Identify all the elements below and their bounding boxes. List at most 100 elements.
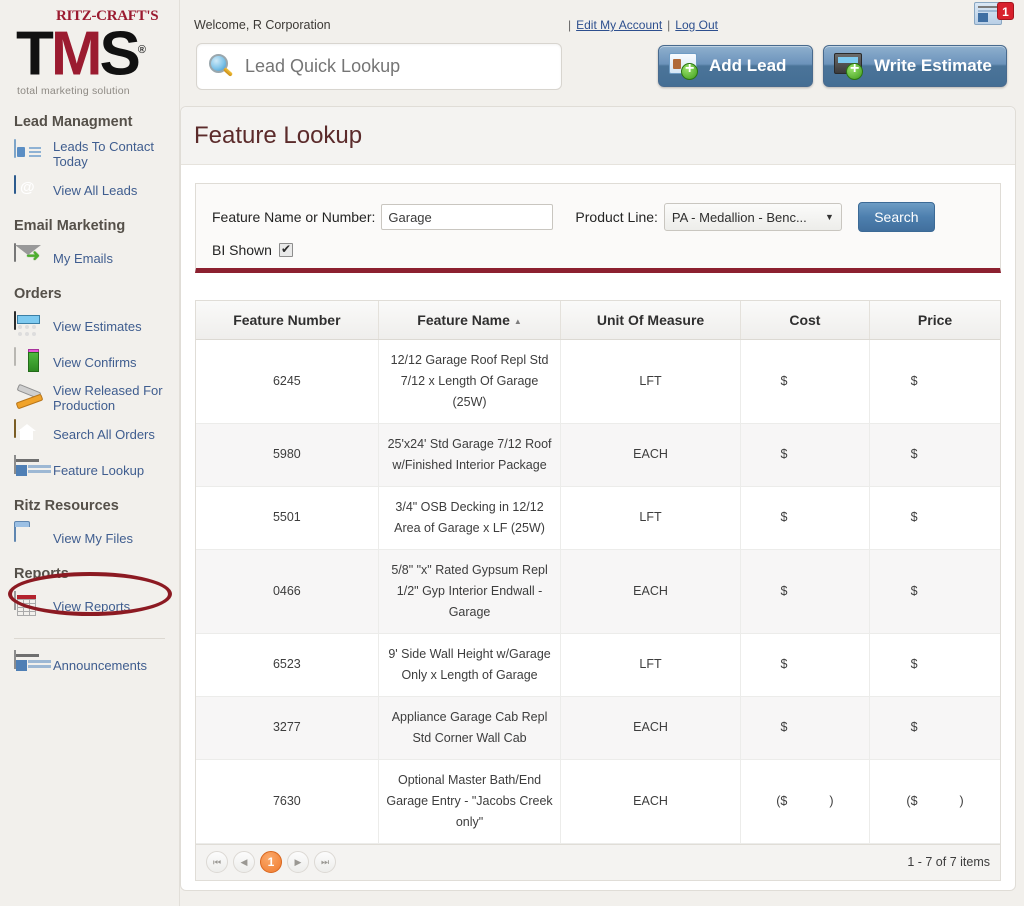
logo-letter-m: M (50, 19, 103, 89)
sidebar-item-announcements[interactable]: Announcements (0, 647, 179, 683)
account-links: | Edit My Account | Log Out (563, 18, 718, 32)
first-page-button[interactable]: ⏮ (206, 851, 228, 873)
sidebar-item-label: Search All Orders (53, 426, 155, 442)
last-page-button[interactable]: ⏭ (314, 851, 336, 873)
column-label: Feature Number (233, 311, 341, 328)
cell-feature-name: 25'x24' Std Garage 7/12 Roof w/Finished … (378, 423, 562, 487)
feature-name-input[interactable] (381, 204, 554, 230)
feature-name-label: Feature Name or Number: (212, 209, 376, 225)
sidebar-group-orders: Orders (14, 286, 62, 302)
column-header-feature-name[interactable]: Feature Name ▲ (378, 301, 562, 340)
cell-feature-number: 7630 (196, 759, 379, 844)
cell-feature-number: 5980 (196, 423, 379, 487)
home-folder-icon (14, 419, 44, 448)
sidebar-item-view-reports[interactable]: View Reports (0, 588, 179, 624)
sort-ascending-icon: ▲ (513, 316, 522, 326)
cell-cost: $ (740, 486, 871, 550)
cell-feature-name: 9' Side Wall Height w/Garage Only x Leng… (378, 633, 562, 697)
search-icon (209, 53, 235, 80)
sidebar-item-label: Leads To Contact Today (53, 139, 154, 169)
column-header-price[interactable]: Price (869, 301, 1000, 340)
sidebar-group-email-marketing: Email Marketing (14, 218, 126, 234)
bi-shown-checkbox[interactable] (278, 241, 293, 257)
table-row[interactable]: 5501 3/4" OSB Decking in 12/12 Area of G… (196, 486, 1000, 550)
table-row[interactable]: 6245 12/12 Garage Roof Repl Std 7/12 x L… (196, 339, 1000, 424)
sidebar-item-feature-lookup[interactable]: Feature Lookup (0, 452, 179, 488)
table-row[interactable]: 0466 5/8" "x" Rated Gypsum Repl 1/2" Gyp… (196, 549, 1000, 634)
sidebar-item-leads-to-contact-today[interactable]: Leads To Contact Today (0, 136, 179, 172)
sidebar-item-view-my-files[interactable]: View My Files (0, 520, 179, 556)
log-out-link[interactable]: Log Out (675, 18, 718, 32)
sidebar-item-label: Announcements (53, 657, 147, 673)
app-root: RITZ-CRAFT'S TMS® total marketing soluti… (0, 0, 1024, 906)
sidebar-group-lead-managment: Lead Managment (14, 114, 133, 130)
column-label: Unit Of Measure (596, 311, 705, 328)
logo-letter-t: T (16, 19, 54, 89)
table-header-row: Feature Number Feature Name ▲ Unit Of Mea… (196, 301, 1000, 340)
product-line-label: Product Line: (575, 209, 658, 225)
tms-logo[interactable]: RITZ-CRAFT'S TMS® total marketing soluti… (0, 0, 179, 104)
logo-registered-mark: ® (137, 44, 146, 56)
table-row[interactable]: 3277 Appliance Garage Cab Repl Std Corne… (196, 696, 1000, 760)
cell-feature-number: 6523 (196, 633, 379, 697)
cell-feature-name: 12/12 Garage Roof Repl Std 7/12 x Length… (378, 339, 562, 424)
cell-cost: $ (740, 423, 871, 487)
cell-cost: ($) (740, 759, 871, 844)
results-grid: Feature Number Feature Name ▲ Unit Of Mea… (195, 300, 1001, 845)
edit-my-account-link[interactable]: Edit My Account (576, 18, 662, 32)
sidebar-item-label: View Confirms (53, 354, 137, 370)
table-row[interactable]: 5980 25'x24' Std Garage 7/12 Roof w/Fini… (196, 423, 1000, 487)
column-label: Cost (789, 311, 821, 328)
page-number-button-1[interactable]: 1 (260, 851, 282, 873)
sidebar-item-label: View All Leads (53, 182, 138, 198)
cell-cost: $ (740, 339, 871, 424)
chevron-down-icon: ▼ (824, 212, 834, 222)
add-lead-button[interactable]: Add Lead (658, 45, 813, 87)
column-label: Price (917, 311, 953, 328)
cell-feature-number: 0466 (196, 549, 379, 634)
sidebar-item-label: View Reports (53, 598, 131, 614)
pagination-bar: ⏮ ◀ 1 ▶ ⏭ 1 - 7 of 7 items (195, 844, 1001, 881)
lead-quick-lookup-input[interactable] (243, 55, 543, 78)
next-page-button[interactable]: ▶ (287, 851, 309, 873)
previous-page-button[interactable]: ◀ (233, 851, 255, 873)
sidebar-item-view-all-leads[interactable]: View All Leads (0, 172, 179, 208)
product-line-select[interactable]: PA - Medallion - Benc... ▼ (663, 203, 842, 231)
confirm-icon (14, 347, 44, 376)
logo-letter-s: S (99, 19, 141, 89)
cell-feature-number: 3277 (196, 696, 379, 760)
sidebar: RITZ-CRAFT'S TMS® total marketing soluti… (0, 0, 180, 906)
table-row[interactable]: 7630 Optional Master Bath/End Garage Ent… (196, 759, 1000, 844)
cell-price: $ (869, 423, 1000, 487)
sidebar-item-view-estimates[interactable]: View Estimates (0, 308, 179, 344)
sidebar-item-view-confirms[interactable]: View Confirms (0, 344, 179, 380)
cell-unit-of-measure: LFT (560, 486, 741, 550)
logo-tagline: total marketing solution (17, 84, 130, 97)
column-header-feature-number[interactable]: Feature Number (196, 301, 379, 340)
logo-tms-text: TMS® (16, 21, 179, 85)
sidebar-item-label: Feature Lookup (53, 462, 145, 478)
cell-price: $ (869, 633, 1000, 697)
cell-feature-name: 5/8" "x" Rated Gypsum Repl 1/2" Gyp Inte… (378, 549, 562, 634)
search-button[interactable]: Search (857, 202, 935, 232)
cell-cost: $ (740, 633, 871, 697)
column-header-unit-of-measure[interactable]: Unit Of Measure (560, 301, 741, 340)
address-book-icon (14, 175, 44, 204)
newspaper-icon (14, 455, 44, 484)
announcements-notification[interactable]: 1 (974, 2, 1014, 27)
column-header-cost[interactable]: Cost (740, 301, 871, 340)
write-estimate-button[interactable]: Write Estimate (823, 45, 1007, 87)
contact-card-icon (14, 139, 44, 168)
cell-cost: $ (740, 549, 871, 634)
sidebar-item-view-released-for-production[interactable]: View Released For Production (0, 380, 179, 416)
top-bar: Welcome, R Corporation | Edit My Account |… (180, 0, 1024, 106)
main-content: Feature Lookup Feature Name or Number: P… (180, 106, 1016, 891)
link-separator: | (667, 18, 671, 32)
sidebar-item-my-emails[interactable]: My Emails (0, 240, 179, 276)
lead-quick-lookup[interactable] (196, 43, 562, 90)
cell-price: $ (869, 486, 1000, 550)
sidebar-item-search-all-orders[interactable]: Search All Orders (0, 416, 179, 452)
table-row[interactable]: 6523 9' Side Wall Height w/Garage Only x… (196, 633, 1000, 697)
sidebar-item-label: View My Files (53, 530, 133, 546)
cell-price: ($) (869, 759, 1000, 844)
